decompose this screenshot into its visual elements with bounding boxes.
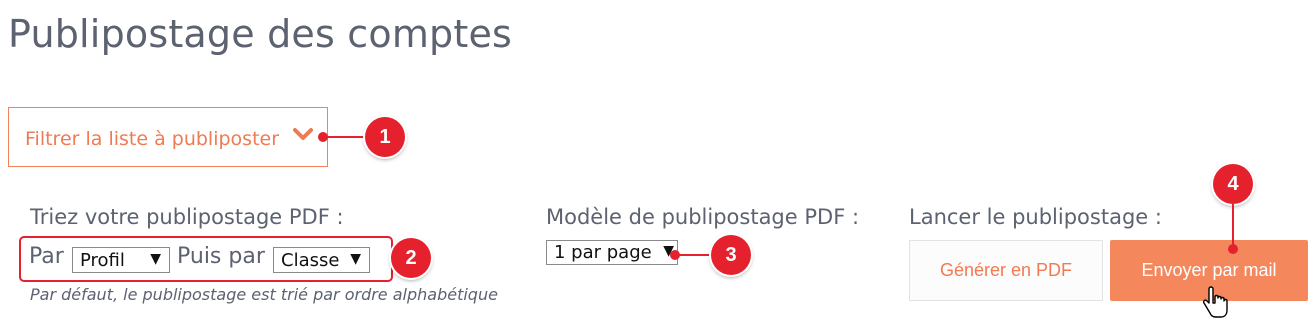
generate-pdf-button[interactable]: Générer en PDF bbox=[909, 240, 1103, 301]
sort-heading: Triez votre publipostage PDF : bbox=[30, 205, 344, 229]
filter-label: Filtrer la liste à publiposter bbox=[25, 128, 280, 150]
sort-second-select[interactable]: Classe ▼ bbox=[273, 247, 370, 273]
sort-first-select-value: Profil bbox=[80, 250, 125, 271]
chevron-down-icon bbox=[293, 128, 313, 140]
page-title: Publipostage des comptes bbox=[8, 12, 513, 56]
annotation-marker-3: 3 bbox=[711, 235, 751, 275]
annotation-line bbox=[323, 136, 370, 138]
then-label: Puis par bbox=[177, 244, 265, 269]
annotation-marker-1: 1 bbox=[365, 117, 405, 157]
par-label: Par bbox=[29, 244, 64, 269]
sort-second-select-value: Classe bbox=[281, 250, 340, 271]
hand-pointer-icon bbox=[1203, 286, 1228, 318]
annotation-dot bbox=[1228, 244, 1238, 254]
template-heading: Modèle de publipostage PDF : bbox=[546, 205, 860, 229]
annotation-marker-4: 4 bbox=[1213, 164, 1253, 204]
caret-down-icon: ▼ bbox=[150, 251, 161, 267]
launch-heading: Lancer le publipostage : bbox=[909, 205, 1162, 229]
template-select-value: 1 par page bbox=[554, 242, 652, 263]
annotation-marker-2: 2 bbox=[391, 238, 431, 278]
filter-toggle[interactable]: Filtrer la liste à publiposter bbox=[8, 107, 328, 167]
sort-hint: Par défaut, le publipostage est trié par… bbox=[30, 285, 498, 304]
annotation-line bbox=[1232, 204, 1234, 248]
sort-first-select[interactable]: Profil ▼ bbox=[72, 247, 170, 273]
template-select[interactable]: 1 par page ▼ bbox=[546, 240, 678, 265]
caret-down-icon: ▼ bbox=[350, 251, 361, 267]
